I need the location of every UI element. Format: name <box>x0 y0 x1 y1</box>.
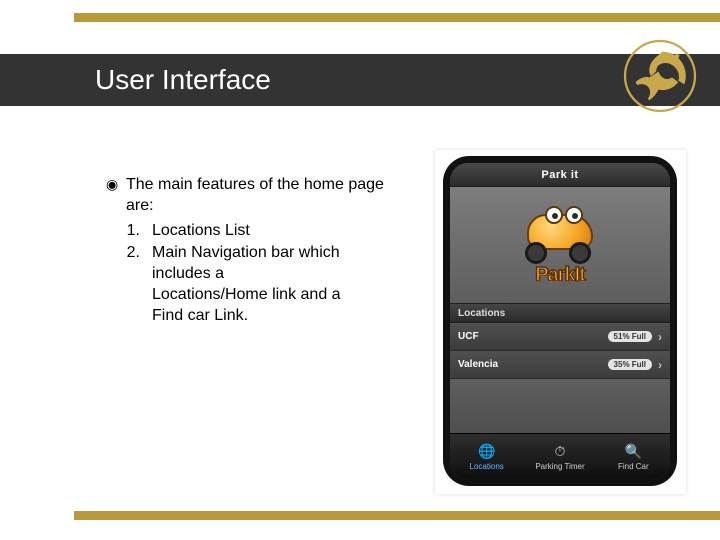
body-text: ◉ The main features of the home page are… <box>106 175 406 327</box>
list-item-2: Main Navigation bar which includes a Loc… <box>152 243 342 326</box>
list-item-1: Locations List <box>152 221 342 242</box>
bottom-accent-bar <box>74 511 720 520</box>
app-brand-logo: ParkIt <box>535 264 585 287</box>
tab-label: Locations <box>470 462 504 471</box>
location-fill-badge: 51% Full <box>608 331 652 342</box>
screen-spacer <box>450 379 670 433</box>
location-name: Valencia <box>458 359 608 370</box>
tab-label: Parking Timer <box>535 462 584 471</box>
location-row[interactable]: UCF 51% Full › <box>450 323 670 351</box>
tab-parking-timer[interactable]: ⏱ Parking Timer <box>523 434 596 479</box>
screen: Park it ParkIt Locations UCF 51% Full › … <box>450 163 670 479</box>
list-number-1: 1. <box>106 221 152 242</box>
top-accent-bar <box>74 13 720 22</box>
tab-label: Find Car <box>618 462 649 471</box>
location-row[interactable]: Valencia 35% Full › <box>450 351 670 379</box>
tab-bar: 🌐 Locations ⏱ Parking Timer 🔍 Find Car <box>450 433 670 479</box>
device-frame: Park it ParkIt Locations UCF 51% Full › … <box>443 156 677 486</box>
tab-locations[interactable]: 🌐 Locations <box>450 434 523 479</box>
phone-mockup: Park it ParkIt Locations UCF 51% Full › … <box>435 150 686 494</box>
tab-find-car[interactable]: 🔍 Find Car <box>597 434 670 479</box>
slide-title: User Interface <box>95 64 271 96</box>
list-number-2: 2. <box>106 243 152 326</box>
clock-icon: ⏱ <box>551 442 569 460</box>
chevron-right-icon: › <box>658 358 662 372</box>
location-name: UCF <box>458 331 608 342</box>
app-header-title: Park it <box>541 169 578 181</box>
bullet-icon: ◉ <box>106 175 126 217</box>
location-fill-badge: 35% Full <box>608 359 652 370</box>
bullet-lead: The main features of the home page are: <box>126 175 406 217</box>
app-hero: ParkIt <box>450 187 670 303</box>
car-mascot-icon <box>517 204 603 260</box>
locations-section-label: Locations <box>458 308 505 319</box>
ucf-pegasus-logo <box>622 38 698 114</box>
globe-icon: 🌐 <box>478 442 496 460</box>
title-bar: User Interface <box>0 54 720 106</box>
search-icon: 🔍 <box>624 442 642 460</box>
chevron-right-icon: › <box>658 330 662 344</box>
locations-section-header: Locations <box>450 303 670 323</box>
app-header: Park it <box>450 163 670 187</box>
